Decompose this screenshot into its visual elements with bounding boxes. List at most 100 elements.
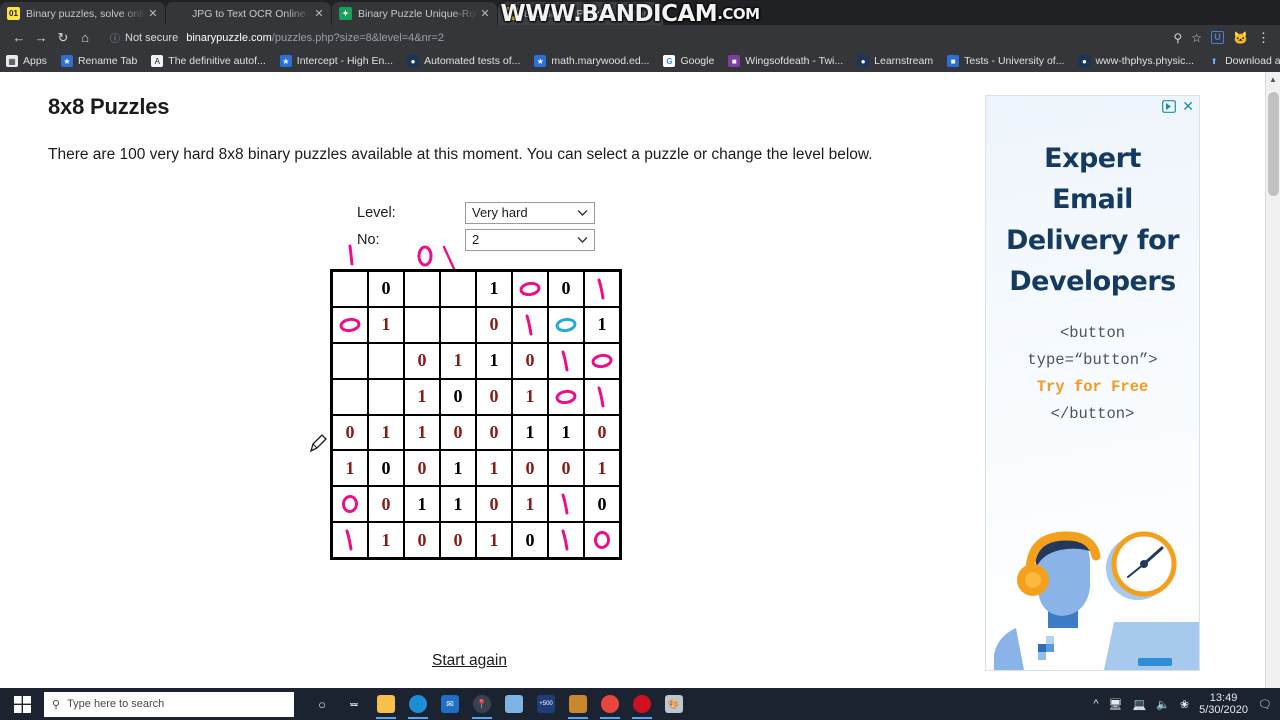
scrollbar-thumb[interactable] bbox=[1268, 92, 1279, 196]
puzzle-cell-r1-c6[interactable] bbox=[513, 272, 547, 306]
puzzle-cell-r6-c4[interactable]: 1 bbox=[441, 451, 475, 486]
bookmark-google[interactable]: G Google bbox=[663, 55, 714, 67]
puzzle-cell-r4-c5[interactable]: 0 bbox=[477, 379, 511, 414]
puzzle-cell-r5-c2[interactable]: 1 bbox=[369, 415, 403, 450]
puzzle-cell-r7-c4[interactable]: 1 bbox=[441, 487, 475, 522]
puzzle-cell-r4-c7[interactable] bbox=[549, 379, 583, 414]
bookmark-wingsofdeath[interactable]: ■ Wingsofdeath - Twi... bbox=[728, 55, 843, 67]
extension-u-icon[interactable]: U bbox=[1211, 31, 1225, 44]
puzzle-cell-r3-c2[interactable] bbox=[369, 343, 403, 378]
puzzle-cell-r3-c5[interactable]: 1 bbox=[477, 343, 511, 378]
browser-tab-1[interactable]: 01 Binary puzzles, solve online or pr ✕ bbox=[0, 2, 165, 25]
puzzle-cell-r3-c4[interactable]: 1 bbox=[441, 343, 475, 378]
taskbar-edge-icon[interactable] bbox=[404, 689, 432, 719]
puzzle-cell-r6-c2[interactable]: 0 bbox=[369, 451, 403, 486]
tab-close-icon[interactable]: ✕ bbox=[146, 7, 160, 20]
bookmark-apps[interactable]: ▦ Apps bbox=[6, 55, 47, 67]
puzzle-cell-r2-c6[interactable] bbox=[513, 307, 547, 342]
puzzle-cell-r8-c3[interactable]: 0 bbox=[405, 523, 439, 557]
taskbar-foxit-reader-icon[interactable] bbox=[564, 689, 592, 719]
ad-close-icon[interactable]: ✕ bbox=[1182, 99, 1194, 113]
bookmark-thphys[interactable]: ● www-thphys.physic... bbox=[1078, 55, 1194, 67]
puzzle-cell-r7-c2[interactable]: 0 bbox=[369, 487, 403, 522]
binary-puzzle-grid[interactable]: 0101010110100101100110100110010110101001… bbox=[330, 269, 622, 560]
site-info-icon[interactable]: ⓘ bbox=[110, 30, 120, 45]
taskbar-clock[interactable]: 13:49 5/30/2020 bbox=[1199, 692, 1248, 716]
puzzle-cell-r8-c2[interactable]: 1 bbox=[369, 523, 403, 557]
taskbar-paint-icon[interactable]: 🎨 bbox=[660, 689, 688, 719]
puzzle-cell-r6-c6[interactable]: 0 bbox=[513, 451, 547, 486]
taskbar-opera-icon[interactable] bbox=[628, 689, 656, 719]
puzzle-cell-r3-c3[interactable]: 0 bbox=[405, 343, 439, 378]
puzzle-cell-r1-c3[interactable] bbox=[405, 272, 439, 306]
taskbar-cortana-icon[interactable]: ○ bbox=[308, 689, 336, 719]
page-scrollbar[interactable]: ▲ bbox=[1265, 72, 1280, 688]
puzzle-cell-r2-c4[interactable] bbox=[441, 307, 475, 342]
puzzle-cell-r6-c3[interactable]: 0 bbox=[405, 451, 439, 486]
bookmark-rename-tab[interactable]: ★ Rename Tab bbox=[60, 55, 137, 67]
hardware-icon[interactable]: 🖥 bbox=[1109, 698, 1123, 711]
puzzle-cell-r4-c6[interactable]: 1 bbox=[513, 379, 547, 414]
forward-button[interactable]: → bbox=[30, 30, 52, 45]
puzzle-cell-r2-c3[interactable] bbox=[405, 307, 439, 342]
back-button[interactable]: ← bbox=[8, 30, 30, 45]
scroll-up-arrow-icon[interactable]: ▲ bbox=[1266, 72, 1280, 87]
puzzle-cell-r8-c5[interactable]: 1 bbox=[477, 523, 511, 557]
bookmark-automated-tests[interactable]: ● Automated tests of... bbox=[407, 55, 520, 67]
puzzle-cell-r7-c7[interactable] bbox=[549, 487, 583, 522]
bookmark-definitive-autof[interactable]: A The definitive autof... bbox=[151, 55, 266, 67]
home-button[interactable]: ⌂ bbox=[74, 30, 96, 45]
bluetooth-icon[interactable]: ❀ bbox=[1180, 698, 1189, 711]
taskbar-task-view-icon[interactable]: ⏕ bbox=[340, 689, 368, 719]
advertisement-panel[interactable]: ✕ Expert Email Delivery for Developers <… bbox=[985, 95, 1200, 671]
taskbar-search-box[interactable]: ⚲ Type here to search bbox=[44, 691, 294, 717]
puzzle-cell-r2-c1[interactable] bbox=[333, 307, 367, 342]
puzzle-cell-r8-c4[interactable]: 0 bbox=[441, 523, 475, 557]
search-icon[interactable]: ⚲ bbox=[1173, 31, 1182, 45]
puzzle-cell-r1-c7[interactable]: 0 bbox=[549, 272, 583, 306]
start-again-link[interactable]: Start again bbox=[432, 652, 507, 670]
puzzle-cell-r4-c8[interactable] bbox=[585, 379, 619, 414]
profile-avatar-icon[interactable]: 🐱 bbox=[1233, 31, 1248, 45]
windows-start-icon[interactable] bbox=[0, 695, 44, 713]
bookmark-download-apcotyl[interactable]: ⬆ Download apcotyl_t... bbox=[1208, 55, 1280, 67]
puzzle-cell-r8-c7[interactable] bbox=[549, 523, 583, 557]
bookmark-learnstream[interactable]: ● Learnstream bbox=[857, 55, 933, 67]
puzzle-cell-r7-c8[interactable]: 0 bbox=[585, 487, 619, 522]
reload-button[interactable]: ↻ bbox=[52, 30, 74, 46]
chevron-up-icon[interactable]: ^ bbox=[1093, 698, 1098, 710]
bookmark-tests-university[interactable]: ■ Tests - University of... bbox=[947, 55, 1064, 67]
puzzle-cell-r6-c8[interactable]: 1 bbox=[585, 451, 619, 486]
puzzle-cell-r6-c5[interactable]: 1 bbox=[477, 451, 511, 486]
puzzle-cell-r8-c8[interactable] bbox=[585, 523, 619, 557]
tab-close-icon[interactable]: ✕ bbox=[312, 7, 326, 20]
puzzle-cell-r1-c5[interactable]: 1 bbox=[477, 272, 511, 306]
ad-cta-button[interactable]: Try for Free bbox=[986, 374, 1199, 401]
ad-choices-icon[interactable] bbox=[1162, 99, 1177, 113]
puzzle-cell-r2-c7[interactable] bbox=[549, 307, 583, 342]
level-select[interactable]: Very hard bbox=[465, 201, 595, 224]
puzzle-cell-r2-c5[interactable]: 0 bbox=[477, 307, 511, 342]
puzzle-cell-r5-c1[interactable]: 0 bbox=[333, 415, 367, 450]
taskbar-maps-pin-icon[interactable]: 📍 bbox=[468, 689, 496, 719]
puzzle-cell-r4-c4[interactable]: 0 bbox=[441, 379, 475, 414]
puzzle-cell-r4-c3[interactable]: 1 bbox=[405, 379, 439, 414]
taskbar-mail-icon[interactable]: ✉ bbox=[436, 689, 464, 719]
puzzle-cell-r3-c1[interactable] bbox=[333, 343, 367, 378]
puzzle-cell-r8-c6[interactable]: 0 bbox=[513, 523, 547, 557]
puzzle-cell-r7-c3[interactable]: 1 bbox=[405, 487, 439, 522]
puzzle-cell-r4-c1[interactable] bbox=[333, 379, 367, 414]
taskbar-file-explorer-icon[interactable] bbox=[372, 689, 400, 719]
puzzle-cell-r6-c7[interactable]: 0 bbox=[549, 451, 583, 486]
puzzle-cell-r4-c2[interactable] bbox=[369, 379, 403, 414]
bookmark-intercept[interactable]: ★ Intercept - High En... bbox=[279, 55, 393, 67]
volume-icon[interactable]: 🔈 bbox=[1156, 698, 1170, 711]
puzzle-cell-r3-c7[interactable] bbox=[549, 343, 583, 378]
browser-tab-2[interactable]: JPG to Text OCR Online - Extrat t ✕ bbox=[166, 2, 331, 25]
puzzle-cell-r5-c5[interactable]: 0 bbox=[477, 415, 511, 450]
puzzle-cell-r7-c1[interactable] bbox=[333, 487, 367, 522]
puzzle-cell-r8-c1[interactable] bbox=[333, 523, 367, 557]
puzzle-number-select[interactable]: 2 bbox=[465, 228, 595, 251]
puzzle-cell-r5-c4[interactable]: 0 bbox=[441, 415, 475, 450]
taskbar-sticky-notes-icon[interactable] bbox=[500, 689, 528, 719]
